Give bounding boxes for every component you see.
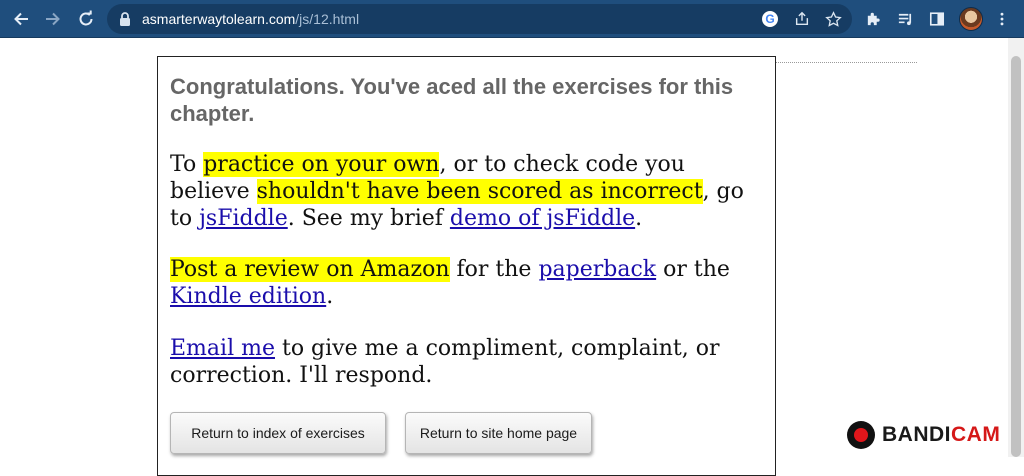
media-icon[interactable]	[894, 8, 916, 30]
practice-paragraph: To practice on your own, or to check cod…	[170, 151, 768, 232]
address-bar[interactable]: asmarterwaytolearn.com/js/12.html G	[107, 4, 852, 34]
p2-text: .	[326, 284, 334, 309]
forward-icon[interactable]	[39, 5, 67, 33]
reload-icon[interactable]	[72, 5, 100, 33]
email-paragraph: Email me to give me a compliment, compla…	[170, 335, 768, 389]
p1-text: To	[170, 152, 204, 177]
p1-text: . See my brief	[287, 206, 450, 231]
url-domain: asmarterwaytolearn.com	[142, 11, 296, 27]
back-icon[interactable]	[7, 5, 35, 33]
vertical-scrollbar[interactable]	[1008, 38, 1024, 457]
highlight-incorrect: shouldn't have been scored as incorrect	[256, 179, 703, 204]
watermark-part2: CAM	[951, 423, 1001, 446]
scrollbar-thumb[interactable]	[1011, 56, 1021, 457]
side-panel-icon[interactable]	[926, 8, 948, 30]
jsfiddle-link[interactable]: jsFiddle	[199, 206, 288, 231]
return-to-index-button[interactable]: Return to index of exercises	[170, 412, 386, 454]
highlight-practice: practice on your own	[203, 152, 440, 177]
email-me-link[interactable]: Email me	[170, 336, 275, 361]
kindle-edition-link[interactable]: Kindle edition	[170, 284, 326, 309]
lock-icon[interactable]	[118, 11, 132, 27]
p2-text: or the	[656, 257, 730, 282]
congrats-heading: Congratulations. You've aced all the exe…	[170, 74, 734, 126]
record-icon	[847, 421, 875, 449]
star-icon[interactable]	[824, 10, 842, 28]
google-icon[interactable]: G	[761, 10, 779, 28]
exercise-complete-panel: Congratulations. You've aced all the exe…	[157, 56, 776, 476]
review-paragraph: Post a review on Amazon for the paperbac…	[170, 256, 768, 310]
menu-icon[interactable]	[991, 8, 1013, 30]
p2-text: for the	[449, 257, 539, 282]
p1-text: .	[635, 206, 643, 231]
paperback-link[interactable]: paperback	[538, 257, 656, 282]
browser-toolbar: asmarterwaytolearn.com/js/12.html G	[0, 0, 1024, 38]
watermark-part1: BANDI	[882, 423, 951, 446]
share-icon[interactable]	[793, 10, 811, 28]
watermark-text: BANDICAM	[882, 423, 1000, 447]
return-to-home-button[interactable]: Return to site home page	[405, 412, 592, 454]
page-viewport: Congratulations. You've aced all the exe…	[0, 38, 1024, 476]
highlight-review: Post a review on Amazon	[170, 257, 450, 282]
dotted-divider	[752, 62, 917, 63]
bandicam-watermark: BANDICAM	[847, 419, 1000, 451]
url-path: /js/12.html	[295, 11, 360, 27]
jsfiddle-demo-link[interactable]: demo of jsFiddle	[450, 206, 635, 231]
avatar[interactable]	[959, 7, 983, 31]
url-text: asmarterwaytolearn.com/js/12.html	[142, 11, 359, 27]
extensions-icon[interactable]	[862, 8, 884, 30]
